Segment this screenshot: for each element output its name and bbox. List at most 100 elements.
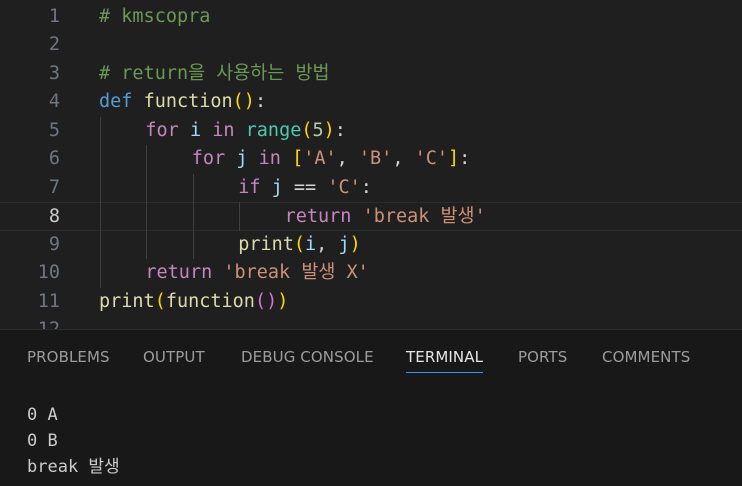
code-line[interactable]: 5 for i in range(5): — [0, 117, 742, 146]
code-token: 'C' — [327, 176, 361, 198]
code-token: function — [165, 290, 255, 312]
line-number: 12 — [0, 316, 60, 329]
tab-debug-console[interactable]: DEBUG CONSOLE — [241, 348, 374, 366]
code-text: # kmscopra — [99, 3, 210, 32]
line-number: 11 — [37, 290, 60, 312]
tab-terminal[interactable]: TERMINAL — [406, 348, 484, 373]
code-token: == — [282, 176, 328, 198]
code-text: def function(): — [99, 88, 266, 117]
code-line[interactable]: 11 print(function()) — [0, 288, 742, 317]
terminal-output[interactable]: 0 A 0 B break 발생 — [27, 402, 120, 480]
code-token: , — [392, 148, 415, 169]
code-line[interactable]: 8 return 'break 발생' — [0, 202, 742, 231]
tab-problems[interactable]: PROBLEMS — [27, 348, 110, 366]
code-token: print — [99, 290, 155, 312]
code-token: function — [143, 91, 233, 112]
code-text: print(function()) — [99, 288, 288, 317]
code-token: : — [360, 176, 372, 198]
code-token: , — [336, 148, 359, 169]
code-token: i — [189, 119, 202, 141]
line-number: 9 — [48, 233, 60, 255]
line-number: 4 — [48, 91, 60, 112]
tab-comments[interactable]: COMMENTS — [602, 348, 690, 366]
code-editor[interactable]: 1 # kmscopra 2 3 # return을 사용하는 방법 4 def funct… — [0, 0, 742, 329]
code-token: [ — [292, 148, 304, 169]
line-number: 10 — [37, 262, 60, 283]
code-token: for — [145, 119, 179, 141]
code-token: if — [238, 176, 261, 198]
code-text: print(i, j) — [238, 231, 361, 260]
code-line[interactable]: 1 # kmscopra — [0, 3, 742, 32]
code-token: : — [459, 148, 471, 169]
code-token: j — [338, 233, 350, 255]
indent-guide — [239, 202, 241, 231]
code-token: : — [254, 91, 267, 112]
code-token: j — [236, 148, 248, 169]
code-token: ) — [349, 233, 361, 255]
code-token: return — [284, 206, 352, 227]
code-line[interactable]: 3 # return을 사용하는 방법 — [0, 60, 742, 89]
code-line[interactable]: 9 print(i, j) — [0, 231, 742, 260]
code-token: in — [212, 119, 235, 141]
code-token: 'B' — [358, 148, 393, 169]
code-token: range — [245, 119, 302, 141]
code-token: ( — [293, 233, 306, 255]
code-line[interactable]: 6 for j in ['A', 'B', 'C']: — [0, 145, 742, 174]
code-token: # kmscopra — [99, 5, 211, 27]
code-token: 'break 발생 X' — [223, 262, 369, 283]
terminal-line: break 발생 — [27, 457, 120, 477]
code-line[interactable]: 12 — [0, 316, 742, 329]
code-token: 5 — [312, 119, 324, 141]
code-line[interactable]: 7 if j == 'C': — [0, 174, 742, 203]
code-token: () — [254, 290, 278, 312]
code-text: for i in range(5): — [145, 117, 346, 146]
code-text: return 'break 발생 X' — [145, 259, 368, 288]
line-number: 2 — [48, 34, 60, 55]
code-token: 'break 발생' — [362, 206, 486, 227]
code-text: # return을 사용하는 방법 — [99, 60, 330, 89]
code-token: ] — [448, 148, 460, 169]
code-token: in — [258, 148, 281, 169]
code-token: def — [99, 91, 133, 112]
code-text: return 'break 발생' — [285, 203, 486, 232]
line-number: 7 — [48, 176, 60, 198]
code-line[interactable]: 10 return 'break 발생 X' — [0, 259, 742, 288]
code-token: : — [334, 119, 346, 141]
code-token: # return을 사용하는 방법 — [99, 62, 330, 84]
code-token: ( — [154, 290, 166, 312]
line-number: 8 — [48, 206, 60, 227]
terminal-line: 0 A — [27, 405, 58, 425]
code-token: for — [191, 148, 226, 169]
bottom-panel: PROBLEMS OUTPUT DEBUG CONSOLE TERMINAL PORTS… — [0, 329, 742, 486]
tab-output[interactable]: OUTPUT — [143, 348, 205, 366]
line-number: 3 — [48, 62, 60, 84]
code-line[interactable]: 4 def function(): — [0, 88, 742, 117]
code-token: 'A' — [303, 148, 337, 169]
tab-ports[interactable]: PORTS — [518, 348, 567, 366]
indent-guide — [100, 116, 101, 288]
code-token: print — [238, 233, 294, 255]
line-number: 1 — [48, 5, 60, 27]
code-token: () — [232, 91, 255, 112]
code-token: i — [305, 233, 317, 255]
code-token: ( — [301, 119, 313, 141]
code-token: return — [145, 262, 213, 283]
code-token: ) — [277, 290, 289, 312]
code-text: if j == 'C': — [238, 174, 372, 203]
line-number: 5 — [48, 119, 60, 141]
code-token: ) — [323, 119, 335, 141]
panel-tabs: PROBLEMS OUTPUT DEBUG CONSOLE TERMINAL PORTS… — [0, 330, 742, 386]
code-token: 'C' — [414, 148, 449, 169]
code-line[interactable]: 2 — [0, 31, 742, 60]
code-token: , — [316, 233, 339, 255]
line-number: 6 — [48, 148, 60, 169]
